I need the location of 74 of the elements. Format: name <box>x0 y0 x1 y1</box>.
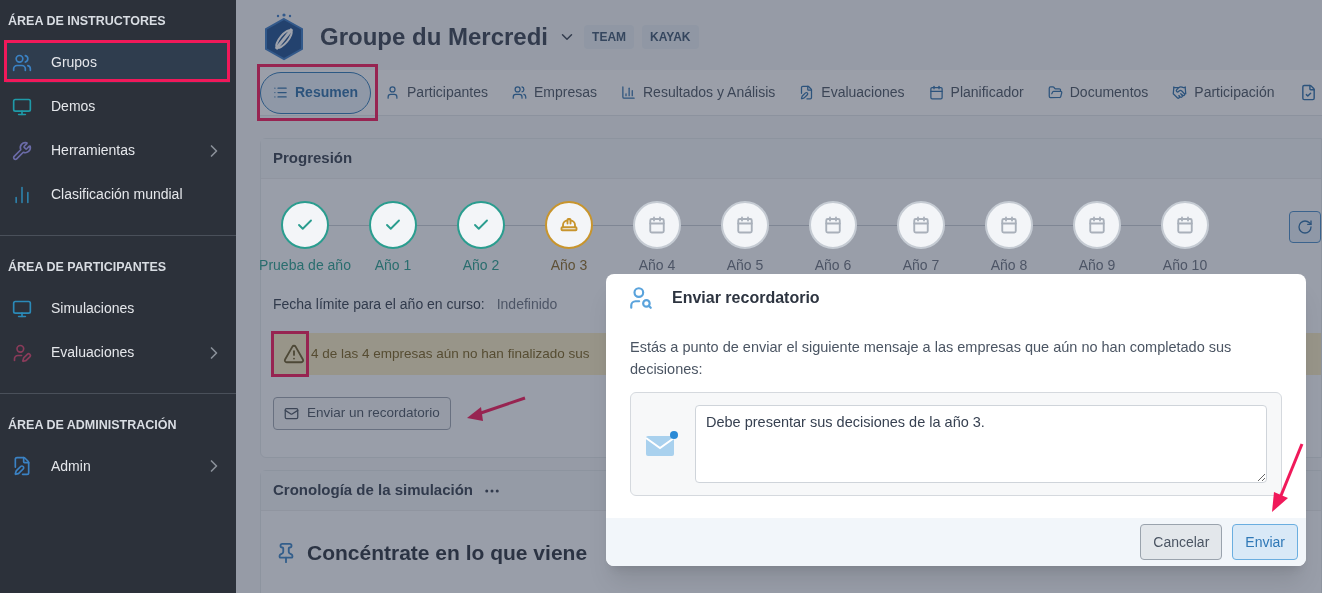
monitor-icon <box>12 298 32 319</box>
handshake-icon <box>1172 85 1188 100</box>
tag: KAYAK <box>642 25 699 49</box>
calendar-icon <box>1176 216 1194 234</box>
sidebar-item[interactable]: Demos <box>6 86 230 127</box>
tab[interactable]: Evaluaciones <box>789 71 915 114</box>
calendar-icon <box>736 216 754 234</box>
arrow <box>1270 442 1304 514</box>
worker-icon <box>560 216 578 234</box>
bar-chart-icon <box>621 85 636 100</box>
step-label: Año 6 <box>814 256 852 275</box>
sidebar-item[interactable]: Clasificación mundial <box>6 174 230 215</box>
tab[interactable]: Participantes <box>375 71 498 114</box>
tab[interactable]: Planificador <box>918 71 1034 114</box>
user-search-icon <box>628 285 654 311</box>
deadline-value: Indefinido <box>496 295 558 314</box>
calendar-icon <box>912 216 930 234</box>
refresh-button[interactable] <box>1289 211 1321 243</box>
modal-title: Enviar recordatorio <box>672 288 820 308</box>
cancel-button[interactable]: Cancelar <box>1140 524 1223 560</box>
user-pen-icon <box>12 342 32 363</box>
card-title: Cronología de la simulación <box>273 480 474 501</box>
refresh-icon <box>1297 219 1313 235</box>
calendar-icon <box>1000 216 1018 234</box>
form-pen-icon <box>12 456 32 477</box>
sidebar-item[interactable]: Simulaciones <box>6 288 230 329</box>
sidebar-item[interactable]: Herramientas <box>6 130 230 171</box>
users-icon <box>511 85 527 100</box>
calendar-icon <box>928 85 944 100</box>
tab[interactable]: Resumen <box>260 71 372 114</box>
tag: TEAM <box>584 25 635 49</box>
users-icon <box>12 52 32 73</box>
tools-icon <box>12 140 32 161</box>
tab[interactable]: Resultados y Análisis <box>611 71 786 114</box>
mail-icon <box>284 406 299 421</box>
monitor-icon <box>12 96 32 117</box>
step-label: Año 8 <box>990 256 1028 275</box>
tab[interactable]: Participación <box>1162 71 1285 114</box>
mail-notification-icon <box>645 430 679 458</box>
step-label: Año 7 <box>902 256 940 275</box>
section-heading: Concéntrate en lo que viene <box>307 540 588 566</box>
section-title: ÁREA DE PARTICIPANTES <box>7 258 168 276</box>
step-label: Año 2 <box>462 256 500 275</box>
tab[interactable]: Empresas <box>501 71 607 114</box>
group-title: Groupe du Mercredi <box>320 22 549 52</box>
section-title: ÁREA DE ADMINISTRACIÓN <box>7 416 178 434</box>
highlight-frame <box>271 331 309 377</box>
modal-message: Estás a punto de enviar el siguiente mensaje a las empresas que aún no han completado sus decisiones: <box>630 338 1233 379</box>
message-field[interactable]: Debe presentar sus decisiones de la año 3. <box>695 405 1267 483</box>
warning-icon <box>283 343 305 365</box>
list-icon <box>273 85 288 100</box>
send-reminder-button[interactable]: Enviar un recordatorio <box>273 397 451 430</box>
folder-icon <box>1047 85 1063 100</box>
step-label: Año 4 <box>638 256 676 275</box>
tab[interactable]: Documentos <box>1037 71 1159 114</box>
deadline-label: Fecha límite para el año en curso: <box>273 295 485 314</box>
send-button[interactable]: Enviar <box>1232 524 1298 560</box>
calendar-icon <box>648 216 666 234</box>
step-label: Año 3 <box>550 256 588 275</box>
user-icon <box>385 85 401 100</box>
sidebar-item[interactable]: Admin <box>6 446 230 487</box>
section-title: ÁREA DE INSTRUCTORES <box>7 12 167 30</box>
card-title: Progresión <box>273 148 353 169</box>
calendar-icon <box>824 216 842 234</box>
step-label: Año 5 <box>726 256 764 275</box>
file-pen-icon <box>799 85 815 100</box>
calendar-icon <box>1088 216 1106 234</box>
sidebar-item[interactable]: Evaluaciones <box>6 332 230 373</box>
step-label: Año 1 <box>374 256 412 275</box>
file-check-icon[interactable] <box>1300 84 1318 101</box>
warning-text: 4 de las 4 empresas aún no han finalizado sus <box>311 344 590 363</box>
step-label: Año 9 <box>1078 256 1116 275</box>
step-label: Prueba de año <box>259 256 351 275</box>
step-label: Año 10 <box>1162 256 1208 275</box>
